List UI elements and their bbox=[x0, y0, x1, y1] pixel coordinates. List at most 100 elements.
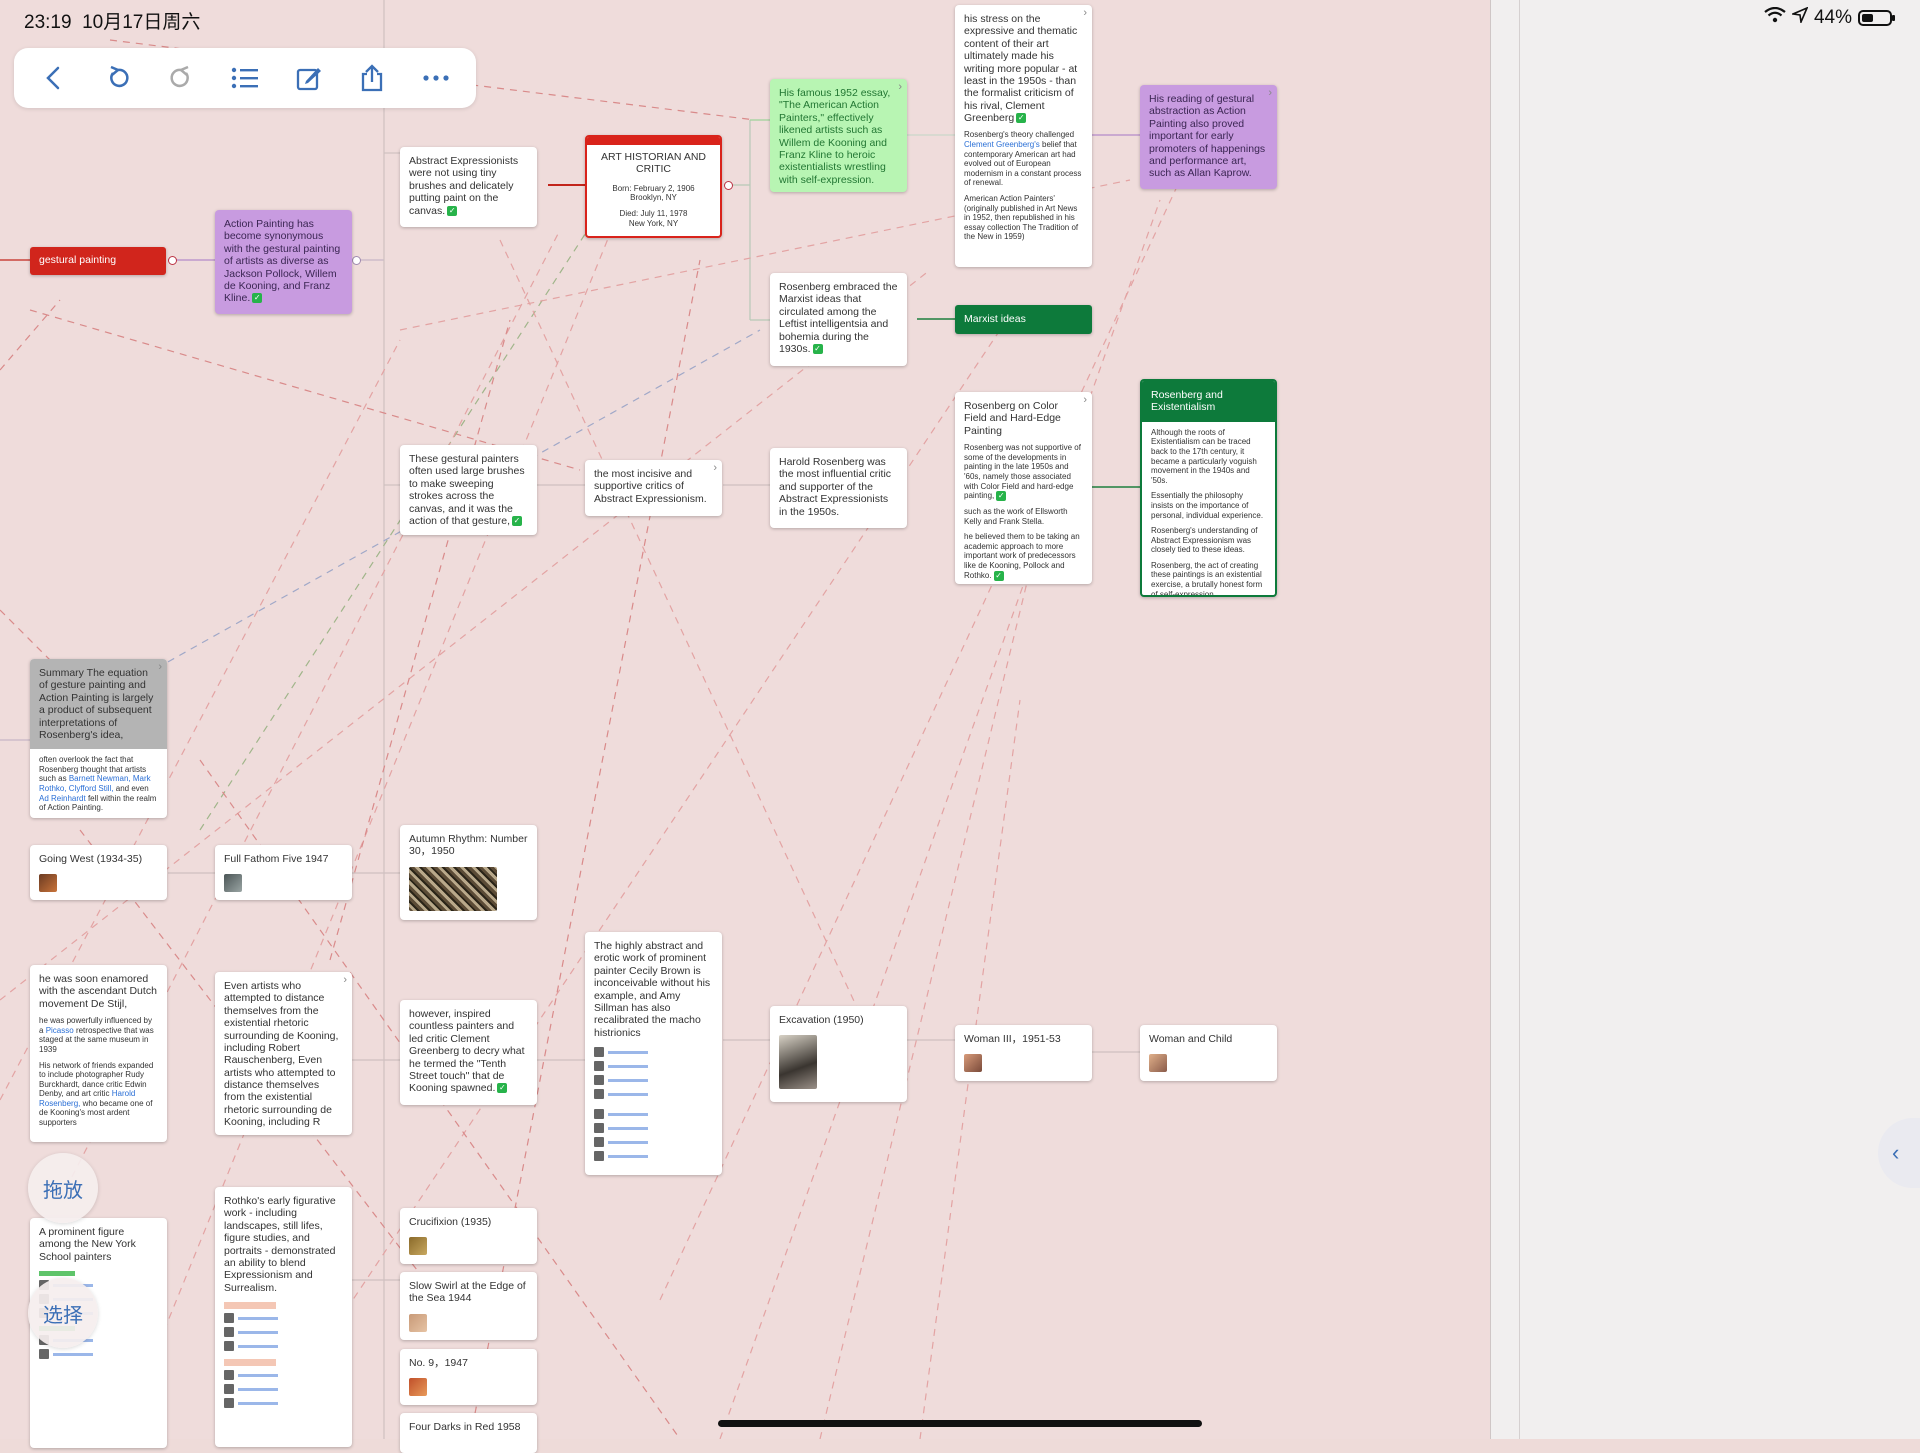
node-gestural-painters[interactable]: These gestural painters often used large… bbox=[400, 445, 537, 535]
detail-text: such as the work of Ellsworth Kelly and … bbox=[964, 507, 1068, 526]
node-action-painting[interactable]: Action Painting has become synonymous wi… bbox=[215, 210, 352, 314]
drag-drop-button[interactable]: 拖放 bbox=[28, 1153, 98, 1223]
check-icon: ✓ bbox=[1016, 113, 1027, 124]
edit-icon[interactable] bbox=[289, 58, 329, 98]
check-icon: ✓ bbox=[447, 205, 458, 216]
node-crucifixion[interactable]: Crucifixion (1935) bbox=[400, 1208, 537, 1264]
node-even-artists[interactable]: › Even artists who attempted to distance… bbox=[215, 972, 352, 1135]
node-text: Action Painting has become synonymous wi… bbox=[224, 218, 341, 305]
node-rothko[interactable]: Rothko's early figurative work - includi… bbox=[215, 1187, 352, 1447]
node-no9[interactable]: No. 9，1947 bbox=[400, 1349, 537, 1405]
embedded-list bbox=[224, 1302, 343, 1408]
node-text: Even artists who attempted to distance t… bbox=[224, 980, 339, 1129]
artwork-thumbnail[interactable] bbox=[39, 874, 57, 893]
node-art-historian[interactable]: ART HISTORIAN AND CRITIC Born: February … bbox=[585, 135, 722, 238]
artwork-thumbnail[interactable] bbox=[964, 1054, 982, 1073]
node-text: Woman and Child bbox=[1149, 1033, 1233, 1045]
artwork-thumbnail[interactable] bbox=[224, 874, 242, 893]
node-however[interactable]: however, inspired countless painters and… bbox=[400, 1000, 537, 1105]
picasso-link[interactable]: Picasso bbox=[46, 1026, 74, 1035]
node-text: gestural painting bbox=[39, 254, 117, 266]
collapse-toggle-gestural[interactable] bbox=[168, 256, 177, 265]
artwork-thumbnail[interactable] bbox=[409, 1237, 427, 1256]
select-button[interactable]: 选择 bbox=[28, 1278, 98, 1348]
node-going-west[interactable]: Going West (1934-35) bbox=[30, 845, 167, 900]
artwork-thumbnail[interactable] bbox=[1149, 1054, 1167, 1073]
list-icon[interactable] bbox=[225, 58, 265, 98]
node-full-fathom[interactable]: Full Fathom Five 1947 bbox=[215, 845, 352, 900]
node-text: These gestural painters often used large… bbox=[409, 453, 525, 527]
detail-text: Rosenberg, the act of creating these pai… bbox=[1151, 560, 1263, 597]
check-icon: ✓ bbox=[252, 293, 263, 304]
node-highly-abstract[interactable]: The highly abstract and erotic work of p… bbox=[585, 932, 722, 1175]
node-existentialism[interactable]: Rosenberg and Existentialism Although th… bbox=[1140, 379, 1277, 597]
artwork-thumbnail[interactable] bbox=[779, 1035, 817, 1090]
node-summary[interactable]: › Summary The equation of gesture painti… bbox=[30, 659, 167, 818]
more-icon[interactable] bbox=[416, 58, 456, 98]
node-woman-child[interactable]: Woman and Child bbox=[1140, 1025, 1277, 1081]
check-icon: ✓ bbox=[497, 1083, 508, 1094]
detail-text: Rosenberg's theory challenged bbox=[964, 130, 1075, 140]
node-abstract-expressionists[interactable]: Abstract Expressionists were not using t… bbox=[400, 147, 537, 227]
right-side-pane bbox=[1490, 0, 1920, 1439]
collapse-toggle-action[interactable] bbox=[352, 256, 361, 265]
toolbar bbox=[14, 48, 476, 108]
detail-text: and even bbox=[115, 784, 149, 794]
node-four-darks[interactable]: Four Darks in Red 1958 bbox=[400, 1413, 537, 1453]
node-text: Autumn Rhythm: Number 30，1950 bbox=[409, 833, 528, 858]
node-text: Abstract Expressionists were not using t… bbox=[409, 155, 519, 217]
node-famous-essay[interactable]: › His famous 1952 essay, "The American A… bbox=[770, 79, 907, 192]
node-title: Rosenberg and Existentialism bbox=[1142, 381, 1275, 422]
node-autumn-rhythm[interactable]: Autumn Rhythm: Number 30，1950 bbox=[400, 825, 537, 920]
node-marxist-ideas[interactable]: Marxist ideas bbox=[955, 305, 1092, 334]
node-marxist-embraced[interactable]: Rosenberg embraced the Marxist ideas tha… bbox=[770, 273, 907, 366]
time-text: 23:19 bbox=[24, 12, 72, 33]
card-header-bar bbox=[587, 137, 720, 145]
detail-text: His network of friends expanded to inclu… bbox=[39, 1060, 154, 1099]
home-indicator[interactable] bbox=[718, 1420, 1202, 1427]
redo-icon[interactable] bbox=[161, 58, 201, 98]
node-title: Rosenberg on Color Field and Hard-Edge P… bbox=[964, 400, 1061, 437]
battery-percent: 44% bbox=[1813, 7, 1852, 28]
node-harold-rosenberg[interactable]: Harold Rosenberg was the most influentia… bbox=[770, 448, 907, 528]
node-text: His reading of gestural abstraction as A… bbox=[1149, 93, 1266, 180]
share-icon[interactable] bbox=[352, 58, 392, 98]
node-excavation[interactable]: Excavation (1950) bbox=[770, 1006, 907, 1102]
check-icon: ✓ bbox=[812, 344, 823, 355]
node-reading[interactable]: › His reading of gestural abstraction as… bbox=[1140, 85, 1277, 189]
chevron-right-icon: › bbox=[158, 661, 162, 673]
node-text: No. 9，1947 bbox=[409, 1357, 468, 1369]
back-icon[interactable] bbox=[34, 58, 74, 98]
status-right: 44% bbox=[1764, 6, 1895, 29]
node-text: the most incisive and supportive critics… bbox=[594, 468, 707, 505]
artwork-thumbnail[interactable] bbox=[409, 1378, 427, 1397]
node-slow-swirl[interactable]: Slow Swirl at the Edge of the Sea 1944 bbox=[400, 1272, 537, 1340]
undo-icon[interactable] bbox=[98, 58, 138, 98]
collapse-toggle-historian[interactable] bbox=[724, 181, 733, 190]
node-enamored[interactable]: he was soon enamored with the ascendant … bbox=[30, 965, 167, 1142]
node-text: his stress on the expressive and themati… bbox=[964, 13, 1078, 124]
drag-label: 拖放 bbox=[43, 1179, 83, 1202]
reinhardt-link[interactable]: Ad Reinhardt bbox=[39, 794, 86, 803]
select-label: 选择 bbox=[43, 1304, 83, 1327]
node-incisive-critics[interactable]: › the most incisive and supportive criti… bbox=[585, 460, 722, 516]
greenberg-link[interactable]: Clement Greenberg's bbox=[964, 140, 1040, 149]
node-text: he was soon enamored with the ascendant … bbox=[39, 973, 157, 1010]
chevron-left-icon: ‹ bbox=[1892, 1140, 1900, 1165]
node-text: Four Darks in Red 1958 bbox=[409, 1421, 521, 1433]
node-text: Rothko's early figurative work - includi… bbox=[224, 1195, 336, 1294]
card-title: ART HISTORIAN AND CRITIC bbox=[600, 151, 707, 176]
pane-divider bbox=[1519, 0, 1520, 1439]
died-text: Died: July 11, 1978 New York, NY bbox=[619, 208, 688, 228]
node-gestural-painting[interactable]: gestural painting bbox=[30, 247, 166, 275]
node-text: A prominent figure among the New York Sc… bbox=[39, 1226, 136, 1263]
chevron-right-icon: › bbox=[1083, 394, 1087, 406]
node-text: The highly abstract and erotic work of p… bbox=[594, 940, 711, 1039]
node-color-field[interactable]: › Rosenberg on Color Field and Hard-Edge… bbox=[955, 392, 1092, 584]
node-woman-iii[interactable]: Woman III，1951-53 bbox=[955, 1025, 1092, 1081]
detail-text: Although the roots of Existentialism can… bbox=[1151, 427, 1257, 485]
artwork-thumbnail[interactable] bbox=[409, 1313, 427, 1332]
node-rosenberg-stress[interactable]: › his stress on the expressive and thema… bbox=[955, 5, 1092, 267]
wifi-icon bbox=[1764, 6, 1786, 29]
artwork-thumbnail[interactable] bbox=[409, 866, 497, 911]
